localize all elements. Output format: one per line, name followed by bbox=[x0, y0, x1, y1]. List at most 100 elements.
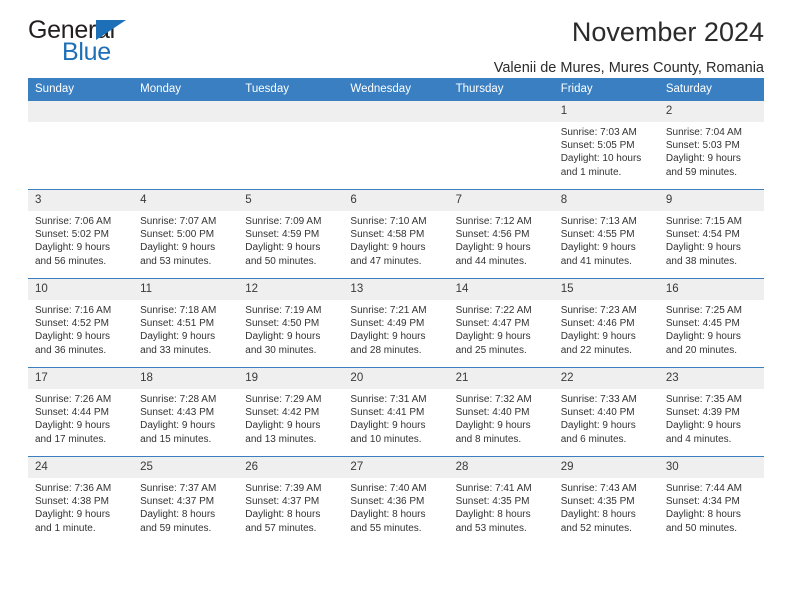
sunset-text: Sunset: 4:58 PM bbox=[350, 229, 425, 241]
day-number: 28 bbox=[448, 457, 554, 478]
daylight-text: Daylight: 9 hours and 10 minutes. bbox=[350, 420, 426, 445]
calendar-day-cell-empty bbox=[133, 101, 239, 190]
brand-name-blue: Blue bbox=[62, 38, 111, 66]
calendar-day-cell[interactable]: 6 Sunrise: 7:10 AM Sunset: 4:58 PM Daylight… bbox=[343, 189, 449, 279]
day-number: 10 bbox=[28, 279, 134, 300]
day-details: Sunrise: 7:41 AM Sunset: 4:35 PM Daylight:… bbox=[449, 478, 554, 535]
day-details: Sunrise: 7:16 AM Sunset: 4:52 PM Daylight:… bbox=[28, 300, 133, 357]
calendar-day-cell[interactable]: 26 Sunrise: 7:39 AM Sunset: 4:37 PM Dayligh… bbox=[238, 456, 344, 545]
calendar-day-cell[interactable]: 15 Sunrise: 7:23 AM Sunset: 4:46 PM Dayligh… bbox=[553, 278, 659, 368]
calendar-day-cell[interactable]: 28 Sunrise: 7:41 AM Sunset: 4:35 PM Dayligh… bbox=[448, 456, 554, 545]
calendar-day-cell[interactable]: 12 Sunrise: 7:19 AM Sunset: 4:50 PM Dayligh… bbox=[238, 278, 344, 368]
daylight-text: Daylight: 9 hours and 50 minutes. bbox=[245, 242, 321, 267]
day-details: Sunrise: 7:03 AM Sunset: 5:05 PM Daylight:… bbox=[554, 122, 659, 179]
calendar-day-cell[interactable]: 21 Sunrise: 7:32 AM Sunset: 4:40 PM Dayligh… bbox=[448, 367, 554, 457]
weekday-header-monday: Monday bbox=[133, 78, 239, 101]
calendar-day-cell[interactable]: 30 Sunrise: 7:44 AM Sunset: 4:34 PM Dayligh… bbox=[658, 456, 764, 545]
calendar-day-cell[interactable]: 13 Sunrise: 7:21 AM Sunset: 4:49 PM Dayligh… bbox=[343, 278, 449, 368]
calendar-day-cell[interactable]: 10 Sunrise: 7:16 AM Sunset: 4:52 PM Dayligh… bbox=[28, 278, 134, 368]
day-details: Sunrise: 7:33 AM Sunset: 4:40 PM Daylight:… bbox=[554, 389, 659, 446]
day-details: Sunrise: 7:13 AM Sunset: 4:55 PM Daylight:… bbox=[554, 211, 659, 268]
sunset-text: Sunset: 4:37 PM bbox=[245, 496, 320, 508]
day-number: 12 bbox=[238, 279, 344, 300]
sunrise-text: Sunrise: 7:16 AM bbox=[35, 305, 112, 316]
sunset-text: Sunset: 4:47 PM bbox=[455, 318, 530, 330]
sunset-text: Sunset: 4:45 PM bbox=[665, 318, 740, 330]
sunrise-text: Sunrise: 7:06 AM bbox=[35, 216, 112, 227]
calendar-day-cell[interactable]: 14 Sunrise: 7:22 AM Sunset: 4:47 PM Dayligh… bbox=[448, 278, 554, 368]
weekday-header-tuesday: Tuesday bbox=[238, 78, 344, 101]
weekday-header-wednesday: Wednesday bbox=[343, 78, 449, 101]
day-number: 30 bbox=[658, 457, 764, 478]
sunrise-text: Sunrise: 7:10 AM bbox=[350, 216, 427, 227]
day-number: 16 bbox=[658, 279, 764, 300]
sunset-text: Sunset: 4:55 PM bbox=[560, 229, 635, 241]
day-number bbox=[238, 101, 344, 122]
daylight-text: Daylight: 9 hours and 53 minutes. bbox=[140, 242, 216, 267]
sunset-text: Sunset: 4:46 PM bbox=[560, 318, 635, 330]
calendar-day-cell[interactable]: 25 Sunrise: 7:37 AM Sunset: 4:37 PM Dayligh… bbox=[133, 456, 239, 545]
day-details: Sunrise: 7:39 AM Sunset: 4:37 PM Daylight:… bbox=[238, 478, 343, 535]
calendar-day-cell[interactable]: 19 Sunrise: 7:29 AM Sunset: 4:42 PM Dayligh… bbox=[238, 367, 344, 457]
day-details: Sunrise: 7:10 AM Sunset: 4:58 PM Daylight:… bbox=[343, 211, 448, 268]
daylight-text: Daylight: 9 hours and 47 minutes. bbox=[350, 242, 426, 267]
daylight-text: Daylight: 8 hours and 53 minutes. bbox=[455, 509, 531, 534]
daylight-text: Daylight: 9 hours and 56 minutes. bbox=[35, 242, 111, 267]
day-number: 14 bbox=[448, 279, 554, 300]
calendar-day-cell[interactable]: 23 Sunrise: 7:35 AM Sunset: 4:39 PM Dayligh… bbox=[658, 367, 764, 457]
sunset-text: Sunset: 4:36 PM bbox=[350, 496, 425, 508]
weekday-header-friday: Friday bbox=[553, 78, 659, 101]
day-number bbox=[28, 101, 134, 122]
calendar-body: 1 Sunrise: 7:03 AM Sunset: 5:05 PM Daylight… bbox=[28, 101, 764, 545]
calendar-day-cell[interactable]: 7 Sunrise: 7:12 AM Sunset: 4:56 PM Daylight… bbox=[448, 189, 554, 279]
day-number: 24 bbox=[28, 457, 134, 478]
day-number: 27 bbox=[343, 457, 449, 478]
calendar-day-cell[interactable]: 1 Sunrise: 7:03 AM Sunset: 5:05 PM Daylight… bbox=[553, 101, 659, 190]
day-details: Sunrise: 7:37 AM Sunset: 4:37 PM Daylight:… bbox=[133, 478, 238, 535]
day-number: 17 bbox=[28, 368, 134, 389]
calendar-day-cell[interactable]: 18 Sunrise: 7:28 AM Sunset: 4:43 PM Dayligh… bbox=[133, 367, 239, 457]
day-number bbox=[343, 101, 449, 122]
calendar-day-cell[interactable]: 17 Sunrise: 7:26 AM Sunset: 4:44 PM Dayligh… bbox=[28, 367, 134, 457]
calendar-day-cell[interactable]: 24 Sunrise: 7:36 AM Sunset: 4:38 PM Dayligh… bbox=[28, 456, 134, 545]
page-title: November 2024 bbox=[571, 17, 764, 47]
daylight-text: Daylight: 8 hours and 52 minutes. bbox=[560, 509, 636, 534]
sunset-text: Sunset: 4:41 PM bbox=[350, 407, 425, 419]
daylight-text: Daylight: 9 hours and 28 minutes. bbox=[350, 331, 426, 356]
calendar-day-cell-empty bbox=[343, 101, 449, 190]
calendar-day-cell[interactable]: 4 Sunrise: 7:07 AM Sunset: 5:00 PM Daylight… bbox=[133, 189, 239, 279]
calendar-day-cell[interactable]: 9 Sunrise: 7:15 AM Sunset: 4:54 PM Daylight… bbox=[658, 189, 764, 279]
calendar-day-cell[interactable]: 29 Sunrise: 7:43 AM Sunset: 4:35 PM Dayligh… bbox=[553, 456, 659, 545]
calendar-day-cell-empty bbox=[448, 101, 554, 190]
daylight-text: Daylight: 8 hours and 55 minutes. bbox=[350, 509, 426, 534]
sunrise-text: Sunrise: 7:04 AM bbox=[665, 127, 742, 138]
sunset-text: Sunset: 5:02 PM bbox=[35, 229, 109, 241]
calendar-day-cell[interactable]: 11 Sunrise: 7:18 AM Sunset: 4:51 PM Dayligh… bbox=[133, 278, 239, 368]
brand-logo[interactable]: General Blue bbox=[28, 16, 218, 68]
calendar-day-cell[interactable]: 20 Sunrise: 7:31 AM Sunset: 4:41 PM Dayligh… bbox=[343, 367, 449, 457]
calendar-day-cell[interactable]: 3 Sunrise: 7:06 AM Sunset: 5:02 PM Daylight… bbox=[28, 189, 134, 279]
day-number: 4 bbox=[133, 190, 239, 211]
calendar-week-row: 3 Sunrise: 7:06 AM Sunset: 5:02 PM Daylight… bbox=[28, 189, 764, 279]
calendar-day-cell[interactable]: 22 Sunrise: 7:33 AM Sunset: 4:40 PM Dayligh… bbox=[553, 367, 659, 457]
calendar-day-cell[interactable]: 8 Sunrise: 7:13 AM Sunset: 4:55 PM Daylight… bbox=[553, 189, 659, 279]
day-details: Sunrise: 7:43 AM Sunset: 4:35 PM Daylight:… bbox=[554, 478, 659, 535]
brand-triangle-icon bbox=[96, 20, 126, 40]
day-details: Sunrise: 7:07 AM Sunset: 5:00 PM Daylight:… bbox=[133, 211, 238, 268]
calendar-day-cell[interactable]: 2 Sunrise: 7:04 AM Sunset: 5:03 PM Daylight… bbox=[658, 101, 764, 190]
calendar-day-cell-empty bbox=[28, 101, 134, 190]
daylight-text: Daylight: 9 hours and 22 minutes. bbox=[560, 331, 636, 356]
sunrise-text: Sunrise: 7:18 AM bbox=[140, 305, 217, 316]
calendar-day-cell[interactable]: 5 Sunrise: 7:09 AM Sunset: 4:59 PM Daylight… bbox=[238, 189, 344, 279]
calendar-day-cell[interactable]: 27 Sunrise: 7:40 AM Sunset: 4:36 PM Dayligh… bbox=[343, 456, 449, 545]
sunset-text: Sunset: 4:50 PM bbox=[245, 318, 320, 330]
page-subtitle: Valenii de Mures, Mures County, Romania bbox=[493, 59, 764, 76]
daylight-text: Daylight: 10 hours and 1 minute. bbox=[560, 153, 642, 178]
sunset-text: Sunset: 4:37 PM bbox=[140, 496, 215, 508]
calendar-day-cell[interactable]: 16 Sunrise: 7:25 AM Sunset: 4:45 PM Dayligh… bbox=[658, 278, 764, 368]
daylight-text: Daylight: 9 hours and 38 minutes. bbox=[665, 242, 741, 267]
calendar-header-row: Sunday Monday Tuesday Wednesday Thursday Frid… bbox=[28, 78, 764, 101]
sunrise-text: Sunrise: 7:33 AM bbox=[560, 394, 637, 405]
day-details: Sunrise: 7:25 AM Sunset: 4:45 PM Daylight:… bbox=[659, 300, 764, 357]
sunrise-text: Sunrise: 7:35 AM bbox=[665, 394, 742, 405]
